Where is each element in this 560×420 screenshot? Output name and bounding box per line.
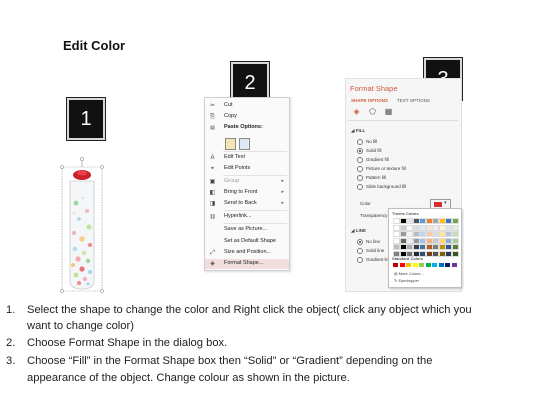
- radio-button-icon: [357, 139, 363, 145]
- menu-item-bring-to-front[interactable]: ◧ Bring to Front ▸: [205, 188, 289, 198]
- copy-icon: ⎘: [210, 114, 215, 120]
- menu-item-paste-options: ▤ Paste Options:: [210, 124, 263, 131]
- radio-picture-fill[interactable]: Picture or texture fill: [357, 166, 406, 173]
- color-swatch[interactable]: [393, 263, 398, 267]
- menu-item-hyperlink[interactable]: ⛓ Hyperlink...: [205, 212, 289, 222]
- menu-item-size-position[interactable]: ⤢ Size and Position...: [205, 248, 289, 258]
- color-palette-popup: Theme Colors Standard Colors ◍ More Colo…: [388, 208, 462, 288]
- menu-separator: [223, 223, 287, 224]
- menu-separator: [223, 175, 287, 176]
- color-swatch[interactable]: [451, 244, 459, 250]
- step-1-badge: 1: [67, 98, 105, 140]
- paste-picture-icon[interactable]: [239, 138, 250, 150]
- color-swatch[interactable]: [451, 224, 459, 231]
- radio-slide-background-fill[interactable]: Slide background fill: [357, 184, 406, 191]
- menu-separator: [223, 210, 287, 211]
- tab-shape-options[interactable]: SHAPE OPTIONS: [351, 98, 388, 103]
- pane-divider: [348, 120, 458, 121]
- format-shape-title: Format Shape: [350, 84, 398, 93]
- fill-color-swatch: [434, 202, 442, 207]
- radio-solid-fill[interactable]: Solid fill: [357, 148, 382, 155]
- test-tube-illustration: [60, 156, 104, 293]
- chevron-down-icon: ▾: [444, 200, 447, 206]
- radio-button-icon: [357, 166, 363, 172]
- color-swatch[interactable]: [451, 250, 459, 257]
- color-swatch[interactable]: [438, 263, 444, 267]
- more-colors-link[interactable]: ◍ More Colors...: [394, 271, 424, 276]
- radio-gradient-line[interactable]: Gradient line: [357, 257, 392, 264]
- theme-colors-header: Theme Colors: [392, 211, 419, 216]
- menu-item-edit-text[interactable]: A Edit Text: [205, 153, 289, 163]
- radio-button-icon: [357, 184, 363, 190]
- submenu-arrow-icon: ▸: [281, 200, 284, 206]
- standard-colors-grid: [393, 263, 457, 267]
- radio-button-icon: [357, 148, 363, 154]
- size-position-icon: ⤢: [210, 250, 215, 256]
- page-title: Edit Color: [63, 38, 126, 53]
- menu-item-save-as-picture[interactable]: Save as Picture...: [205, 225, 289, 235]
- radio-button-icon: [357, 248, 363, 254]
- send-back-icon: ◨: [209, 201, 216, 207]
- tab-text-options[interactable]: TEXT OPTIONS: [397, 98, 430, 103]
- radio-button-icon: [357, 157, 363, 163]
- color-swatch[interactable]: [445, 263, 450, 267]
- format-shape-icon: ◈: [210, 261, 215, 267]
- menu-item-send-to-back[interactable]: ◨ Send to Back ▸: [205, 199, 289, 209]
- radio-button-icon: [357, 257, 363, 263]
- radio-no-line[interactable]: No line: [357, 239, 380, 246]
- color-swatch[interactable]: [406, 263, 411, 267]
- menu-item-edit-points[interactable]: ⌖ Edit Points: [205, 164, 289, 174]
- standard-colors-header: Standard Colors: [392, 256, 424, 261]
- radio-button-icon: [357, 175, 363, 181]
- color-swatch[interactable]: [451, 237, 459, 244]
- hyperlink-icon: ⛓: [209, 214, 216, 220]
- size-properties-icon[interactable]: ▦: [384, 107, 393, 116]
- color-wheel-icon: ◍: [394, 271, 398, 276]
- radio-button-icon: [357, 239, 363, 245]
- edit-points-icon: ⌖: [210, 166, 215, 172]
- fill-line-icon[interactable]: ◈: [352, 107, 361, 116]
- menu-separator: [223, 151, 287, 152]
- menu-item-copy[interactable]: ⎘ Copy: [205, 112, 289, 122]
- effects-icon[interactable]: ⬠: [368, 107, 377, 116]
- submenu-arrow-icon: ▸: [281, 178, 284, 184]
- group-icon: ▣: [209, 179, 216, 185]
- radio-no-fill[interactable]: No fill: [357, 139, 377, 146]
- context-menu: ✂ Cut ⎘ Copy ▤ Paste Options: A Edit Tex…: [204, 97, 290, 271]
- fill-section-header[interactable]: ◢ FILL: [351, 128, 365, 134]
- menu-item-group[interactable]: ▣ Group ▸: [205, 177, 289, 187]
- radio-pattern-fill[interactable]: Pattern fill: [357, 175, 386, 182]
- radio-gradient-fill[interactable]: Gradient fill: [357, 157, 389, 164]
- line-section-header[interactable]: ◢ LINE: [351, 228, 366, 234]
- color-swatch[interactable]: [432, 263, 437, 267]
- color-swatch[interactable]: [425, 263, 431, 267]
- color-swatch[interactable]: [399, 263, 405, 267]
- radio-solid-line[interactable]: Solid line: [357, 248, 384, 255]
- eyedropper-icon: ✎: [394, 278, 398, 283]
- bring-front-icon: ◧: [209, 190, 216, 196]
- color-swatch[interactable]: [451, 218, 459, 224]
- test-tube-shape[interactable]: [60, 153, 106, 295]
- submenu-arrow-icon: ▸: [281, 189, 284, 195]
- color-swatch[interactable]: [412, 263, 418, 267]
- edit-text-icon: A: [210, 155, 215, 161]
- color-swatch[interactable]: [419, 263, 424, 267]
- theme-colors-grid: [393, 218, 459, 257]
- eyedropper-link[interactable]: ✎ Eyedropper: [394, 278, 419, 283]
- menu-item-format-shape[interactable]: ◈ Format Shape...: [205, 259, 289, 269]
- clipboard-icon: ▤: [210, 125, 215, 131]
- transparency-label: Transparency: [360, 213, 388, 218]
- scissors-icon: ✂: [209, 103, 216, 109]
- color-swatch[interactable]: [451, 263, 457, 267]
- menu-item-cut[interactable]: ✂ Cut: [205, 101, 289, 111]
- paste-keep-format-icon[interactable]: [225, 138, 236, 150]
- menu-item-set-default-shape[interactable]: Set as Default Shape: [205, 237, 289, 247]
- color-label: Color: [360, 201, 371, 206]
- color-swatch[interactable]: [451, 231, 459, 237]
